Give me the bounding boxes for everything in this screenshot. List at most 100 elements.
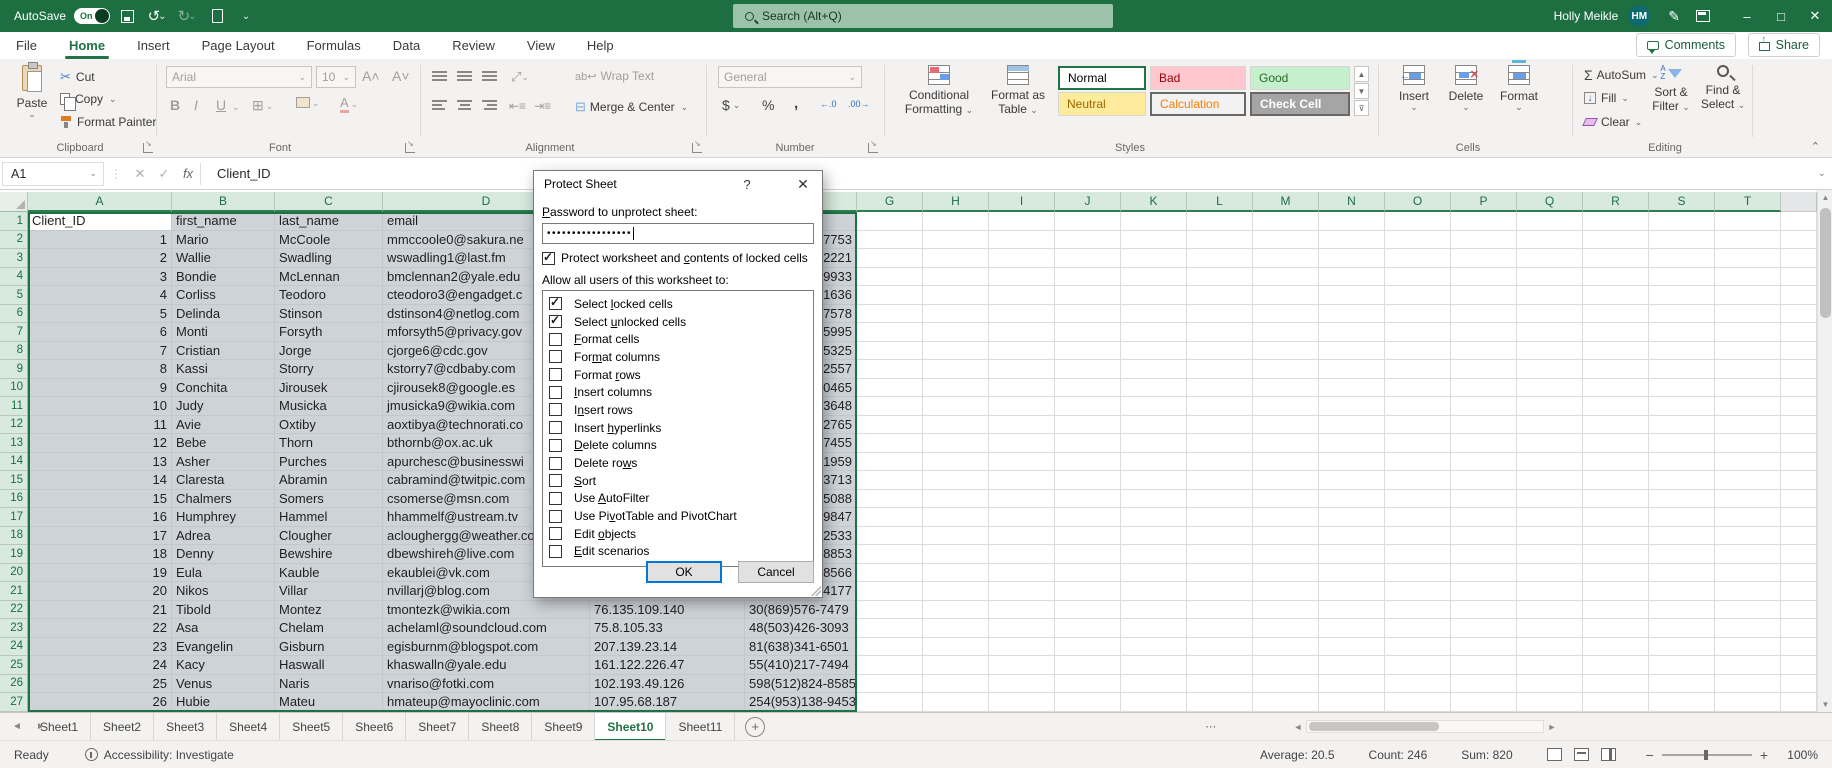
formula-content[interactable]: Client_ID (217, 166, 270, 181)
cell[interactable] (1649, 675, 1715, 694)
cut-button[interactable]: ✂ Cut (60, 69, 95, 85)
cell[interactable] (1781, 453, 1817, 472)
cell[interactable]: Musicka (275, 397, 383, 416)
select-all-button[interactable] (0, 192, 28, 212)
decrease-decimal-button[interactable]: .00→ (848, 99, 870, 109)
cell[interactable] (1715, 416, 1781, 435)
cell[interactable] (989, 656, 1055, 675)
zoom-slider[interactable] (1662, 754, 1752, 756)
cell[interactable]: 76.135.109.140 (590, 601, 745, 620)
permission-option[interactable]: Use PivotTable and PivotChart (547, 507, 813, 525)
cell[interactable] (1583, 379, 1649, 398)
cell[interactable] (1319, 619, 1385, 638)
cell[interactable]: 1 (28, 231, 172, 250)
cell[interactable] (1055, 360, 1121, 379)
percent-style-button[interactable]: % (762, 97, 774, 113)
cell[interactable] (1385, 490, 1451, 509)
permission-option[interactable]: Use AutoFilter (547, 490, 813, 508)
checkbox-checked-icon[interactable] (549, 315, 562, 328)
cell[interactable] (1451, 564, 1517, 583)
horizontal-scrollbar[interactable]: ◄ ► (1290, 718, 1560, 735)
style-chip-normal[interactable]: Normal (1058, 66, 1146, 90)
cell[interactable] (1121, 305, 1187, 324)
inking-pen-icon[interactable]: ✎ (1668, 8, 1680, 25)
cell[interactable] (1385, 268, 1451, 287)
cell[interactable] (1253, 379, 1319, 398)
cell[interactable] (1451, 508, 1517, 527)
cell[interactable] (1781, 379, 1817, 398)
cell[interactable] (1253, 305, 1319, 324)
cell[interactable] (923, 490, 989, 509)
cell[interactable] (857, 268, 923, 287)
cell[interactable] (1517, 434, 1583, 453)
cell[interactable]: first_name (172, 212, 275, 231)
cell[interactable] (989, 564, 1055, 583)
cell[interactable] (1121, 434, 1187, 453)
cell[interactable] (1781, 360, 1817, 379)
cell[interactable] (1319, 286, 1385, 305)
cell[interactable]: Stinson (275, 305, 383, 324)
cell[interactable]: Nikos (172, 582, 275, 601)
cell[interactable] (1583, 693, 1649, 712)
conditional-formatting-button[interactable]: Conditional Formatting ⌄ (900, 65, 978, 116)
gallery-up-button[interactable]: ▲ (1354, 66, 1369, 82)
column-header-O[interactable]: O (1385, 192, 1451, 212)
new-sheet-button[interactable]: + (745, 717, 765, 737)
cell[interactable] (1781, 601, 1817, 620)
cell[interactable] (1649, 619, 1715, 638)
cell[interactable] (923, 508, 989, 527)
cell[interactable] (857, 601, 923, 620)
column-header-G[interactable]: G (857, 192, 923, 212)
row-header-20[interactable]: 20 (0, 564, 28, 583)
sheet-tab-sheet8[interactable]: Sheet8 (469, 713, 532, 741)
hscroll-track[interactable] (1306, 720, 1544, 733)
row-header-15[interactable]: 15 (0, 471, 28, 490)
permission-option[interactable]: Delete rows (547, 454, 813, 472)
cell[interactable] (1055, 601, 1121, 620)
column-header-N[interactable]: N (1319, 192, 1385, 212)
cell[interactable] (1187, 564, 1253, 583)
cell[interactable]: Tibold (172, 601, 275, 620)
column-header-M[interactable]: M (1253, 192, 1319, 212)
permission-option[interactable]: Format cells (547, 330, 813, 348)
cell[interactable] (1319, 490, 1385, 509)
cell[interactable] (857, 434, 923, 453)
cell[interactable] (1385, 360, 1451, 379)
sort-filter-button[interactable]: AZ Sort & Filter ⌄ (1648, 65, 1694, 113)
cell[interactable] (1583, 212, 1649, 231)
cell[interactable] (1055, 212, 1121, 231)
number-dialog-launcher[interactable] (868, 143, 878, 153)
cell[interactable]: 102.193.49.126 (590, 675, 745, 694)
cell[interactable]: Chalmers (172, 490, 275, 509)
cell[interactable] (1715, 379, 1781, 398)
checkbox-unchecked-icon[interactable] (549, 439, 562, 452)
row-header-9[interactable]: 9 (0, 360, 28, 379)
cell[interactable] (1451, 231, 1517, 250)
cell[interactable] (1649, 323, 1715, 342)
grow-font-button[interactable]: A˄ (362, 68, 380, 84)
checkbox-unchecked-icon[interactable] (549, 545, 562, 558)
cell[interactable] (1583, 453, 1649, 472)
cell[interactable] (1319, 360, 1385, 379)
checkbox-unchecked-icon[interactable] (549, 333, 562, 346)
ribbon-display-options-icon[interactable] (1696, 10, 1710, 22)
cell[interactable]: Humphrey (172, 508, 275, 527)
search-input[interactable]: Search (Alt+Q) (733, 4, 1113, 28)
cell[interactable] (1385, 508, 1451, 527)
cell[interactable] (857, 656, 923, 675)
cell[interactable] (1451, 360, 1517, 379)
cell[interactable] (1319, 397, 1385, 416)
cell[interactable] (989, 323, 1055, 342)
cell[interactable]: hmateup@mayoclinic.com (383, 693, 590, 712)
cell[interactable] (923, 305, 989, 324)
cell[interactable] (989, 249, 1055, 268)
column-header-I[interactable]: I (989, 192, 1055, 212)
column-header-K[interactable]: K (1121, 192, 1187, 212)
cell[interactable] (1451, 527, 1517, 546)
cell[interactable] (1187, 434, 1253, 453)
row-header-6[interactable]: 6 (0, 305, 28, 324)
scroll-down-icon[interactable]: ▼ (1818, 697, 1832, 712)
tab-scroll-right-icon[interactable]: ► (30, 721, 52, 732)
cell[interactable] (1385, 675, 1451, 694)
cell[interactable] (1385, 453, 1451, 472)
